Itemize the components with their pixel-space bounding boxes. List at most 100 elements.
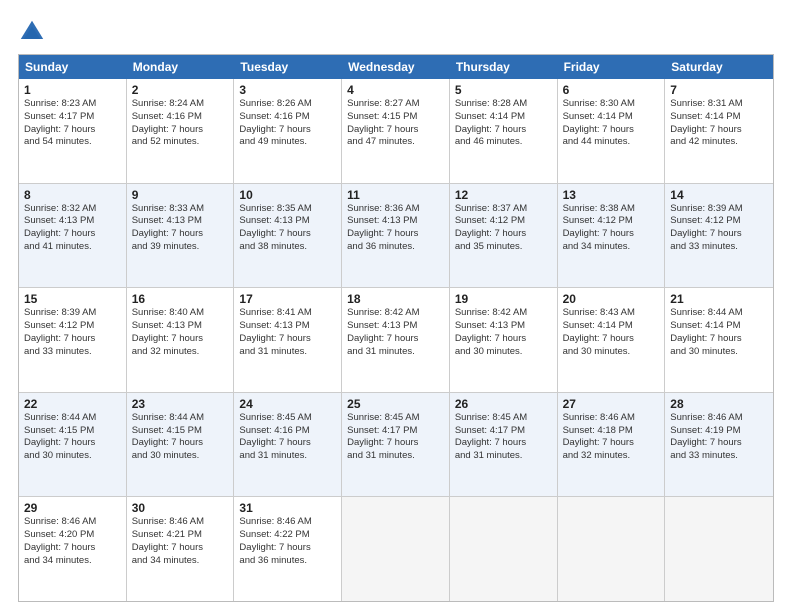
cal-header-cell: Tuesday [234,55,342,79]
cal-cell: 22Sunrise: 8:44 AMSunset: 4:15 PMDayligh… [19,393,127,497]
day-info: Sunrise: 8:44 AMSunset: 4:14 PMDaylight:… [670,307,768,358]
day-number: 21 [670,292,768,306]
cal-cell: 6Sunrise: 8:30 AMSunset: 4:14 PMDaylight… [558,79,666,183]
cal-cell: 29Sunrise: 8:46 AMSunset: 4:20 PMDayligh… [19,497,127,601]
cal-cell [342,497,450,601]
logo [18,18,50,46]
day-info: Sunrise: 8:46 AMSunset: 4:19 PMDaylight:… [670,412,768,463]
cal-cell: 8Sunrise: 8:32 AMSunset: 4:13 PMDaylight… [19,184,127,288]
cal-header-cell: Saturday [665,55,773,79]
day-info: Sunrise: 8:28 AMSunset: 4:14 PMDaylight:… [455,98,552,149]
day-number: 1 [24,83,121,97]
day-info: Sunrise: 8:45 AMSunset: 4:16 PMDaylight:… [239,412,336,463]
day-number: 30 [132,501,229,515]
day-number: 6 [563,83,660,97]
cal-header-cell: Monday [127,55,235,79]
day-info: Sunrise: 8:46 AMSunset: 4:18 PMDaylight:… [563,412,660,463]
cal-cell: 15Sunrise: 8:39 AMSunset: 4:12 PMDayligh… [19,288,127,392]
cal-row: 29Sunrise: 8:46 AMSunset: 4:20 PMDayligh… [19,497,773,601]
cal-cell [665,497,773,601]
day-number: 2 [132,83,229,97]
day-number: 13 [563,188,660,202]
day-number: 18 [347,292,444,306]
calendar-body: 1Sunrise: 8:23 AMSunset: 4:17 PMDaylight… [19,79,773,601]
day-number: 8 [24,188,121,202]
day-info: Sunrise: 8:42 AMSunset: 4:13 PMDaylight:… [455,307,552,358]
cal-cell: 26Sunrise: 8:45 AMSunset: 4:17 PMDayligh… [450,393,558,497]
day-info: Sunrise: 8:39 AMSunset: 4:12 PMDaylight:… [24,307,121,358]
cal-cell: 2Sunrise: 8:24 AMSunset: 4:16 PMDaylight… [127,79,235,183]
cal-cell: 13Sunrise: 8:38 AMSunset: 4:12 PMDayligh… [558,184,666,288]
day-info: Sunrise: 8:38 AMSunset: 4:12 PMDaylight:… [563,203,660,254]
day-info: Sunrise: 8:23 AMSunset: 4:17 PMDaylight:… [24,98,121,149]
day-info: Sunrise: 8:27 AMSunset: 4:15 PMDaylight:… [347,98,444,149]
calendar-header: SundayMondayTuesdayWednesdayThursdayFrid… [19,55,773,79]
cal-cell: 24Sunrise: 8:45 AMSunset: 4:16 PMDayligh… [234,393,342,497]
cal-row: 8Sunrise: 8:32 AMSunset: 4:13 PMDaylight… [19,184,773,289]
cal-cell: 28Sunrise: 8:46 AMSunset: 4:19 PMDayligh… [665,393,773,497]
day-info: Sunrise: 8:26 AMSunset: 4:16 PMDaylight:… [239,98,336,149]
day-info: Sunrise: 8:39 AMSunset: 4:12 PMDaylight:… [670,203,768,254]
cal-cell: 31Sunrise: 8:46 AMSunset: 4:22 PMDayligh… [234,497,342,601]
day-info: Sunrise: 8:32 AMSunset: 4:13 PMDaylight:… [24,203,121,254]
cal-header-cell: Wednesday [342,55,450,79]
day-info: Sunrise: 8:44 AMSunset: 4:15 PMDaylight:… [132,412,229,463]
cal-cell: 16Sunrise: 8:40 AMSunset: 4:13 PMDayligh… [127,288,235,392]
cal-header-cell: Sunday [19,55,127,79]
day-info: Sunrise: 8:43 AMSunset: 4:14 PMDaylight:… [563,307,660,358]
day-info: Sunrise: 8:40 AMSunset: 4:13 PMDaylight:… [132,307,229,358]
cal-cell: 12Sunrise: 8:37 AMSunset: 4:12 PMDayligh… [450,184,558,288]
cal-header-cell: Thursday [450,55,558,79]
calendar: SundayMondayTuesdayWednesdayThursdayFrid… [18,54,774,602]
cal-cell [450,497,558,601]
day-number: 3 [239,83,336,97]
day-number: 15 [24,292,121,306]
day-number: 28 [670,397,768,411]
day-number: 25 [347,397,444,411]
day-info: Sunrise: 8:41 AMSunset: 4:13 PMDaylight:… [239,307,336,358]
day-number: 12 [455,188,552,202]
cal-cell: 27Sunrise: 8:46 AMSunset: 4:18 PMDayligh… [558,393,666,497]
cal-cell: 3Sunrise: 8:26 AMSunset: 4:16 PMDaylight… [234,79,342,183]
day-number: 29 [24,501,121,515]
cal-row: 1Sunrise: 8:23 AMSunset: 4:17 PMDaylight… [19,79,773,184]
day-number: 26 [455,397,552,411]
header [18,18,774,46]
day-number: 22 [24,397,121,411]
day-number: 17 [239,292,336,306]
day-info: Sunrise: 8:30 AMSunset: 4:14 PMDaylight:… [563,98,660,149]
cal-cell: 7Sunrise: 8:31 AMSunset: 4:14 PMDaylight… [665,79,773,183]
day-info: Sunrise: 8:36 AMSunset: 4:13 PMDaylight:… [347,203,444,254]
cal-cell: 23Sunrise: 8:44 AMSunset: 4:15 PMDayligh… [127,393,235,497]
logo-icon [18,18,46,46]
day-number: 24 [239,397,336,411]
cal-cell: 11Sunrise: 8:36 AMSunset: 4:13 PMDayligh… [342,184,450,288]
cal-cell [558,497,666,601]
cal-cell: 18Sunrise: 8:42 AMSunset: 4:13 PMDayligh… [342,288,450,392]
cal-cell: 14Sunrise: 8:39 AMSunset: 4:12 PMDayligh… [665,184,773,288]
day-info: Sunrise: 8:46 AMSunset: 4:21 PMDaylight:… [132,516,229,567]
cal-header-cell: Friday [558,55,666,79]
page: SundayMondayTuesdayWednesdayThursdayFrid… [0,0,792,612]
cal-row: 22Sunrise: 8:44 AMSunset: 4:15 PMDayligh… [19,393,773,498]
day-number: 5 [455,83,552,97]
day-info: Sunrise: 8:33 AMSunset: 4:13 PMDaylight:… [132,203,229,254]
cal-cell: 5Sunrise: 8:28 AMSunset: 4:14 PMDaylight… [450,79,558,183]
day-number: 31 [239,501,336,515]
day-info: Sunrise: 8:44 AMSunset: 4:15 PMDaylight:… [24,412,121,463]
day-info: Sunrise: 8:46 AMSunset: 4:22 PMDaylight:… [239,516,336,567]
cal-row: 15Sunrise: 8:39 AMSunset: 4:12 PMDayligh… [19,288,773,393]
cal-cell: 25Sunrise: 8:45 AMSunset: 4:17 PMDayligh… [342,393,450,497]
day-info: Sunrise: 8:24 AMSunset: 4:16 PMDaylight:… [132,98,229,149]
cal-cell: 19Sunrise: 8:42 AMSunset: 4:13 PMDayligh… [450,288,558,392]
day-number: 4 [347,83,444,97]
day-info: Sunrise: 8:42 AMSunset: 4:13 PMDaylight:… [347,307,444,358]
cal-cell: 1Sunrise: 8:23 AMSunset: 4:17 PMDaylight… [19,79,127,183]
day-number: 23 [132,397,229,411]
cal-cell: 10Sunrise: 8:35 AMSunset: 4:13 PMDayligh… [234,184,342,288]
cal-cell: 4Sunrise: 8:27 AMSunset: 4:15 PMDaylight… [342,79,450,183]
day-info: Sunrise: 8:35 AMSunset: 4:13 PMDaylight:… [239,203,336,254]
day-number: 11 [347,188,444,202]
day-number: 7 [670,83,768,97]
cal-cell: 17Sunrise: 8:41 AMSunset: 4:13 PMDayligh… [234,288,342,392]
